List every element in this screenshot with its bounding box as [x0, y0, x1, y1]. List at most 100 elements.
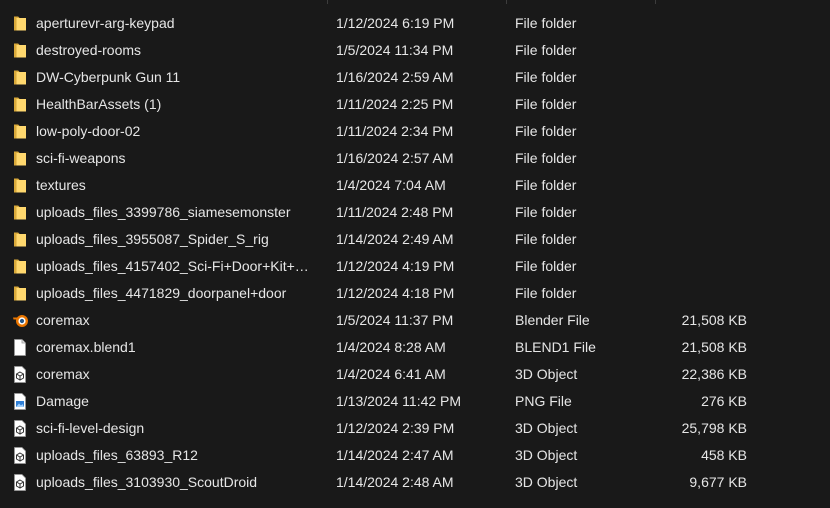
column-divider[interactable]: [655, 0, 656, 4]
file-type: File folder: [515, 231, 577, 247]
file-row[interactable]: low-poly-door-02 1/11/2024 2:34 PM File …: [0, 118, 830, 145]
file-name: sci-fi-weapons: [36, 150, 126, 166]
file-name: uploads_files_3399786_siamesemonster: [36, 204, 291, 220]
file-row[interactable]: uploads_files_3103930_ScoutDroid 1/14/20…: [0, 469, 830, 496]
file-name: destroyed-rooms: [36, 42, 142, 58]
file-date-modified: 1/4/2024 8:28 AM: [336, 339, 446, 355]
file-type: 3D Object: [515, 366, 578, 382]
file-row[interactable]: uploads_files_3399786_siamesemonster 1/1…: [0, 199, 830, 226]
file-name: uploads_files_3955087_Spider_S_rig: [36, 231, 269, 247]
file-date-modified: 1/14/2024 2:47 AM: [336, 447, 454, 463]
file-type: File folder: [515, 285, 577, 301]
file-name: coremax.blend1: [36, 339, 136, 355]
file-type: File folder: [515, 177, 577, 193]
folder-icon: [12, 15, 28, 32]
file-row[interactable]: textures 1/4/2024 7:04 AM File folder: [0, 172, 830, 199]
file-type: File folder: [515, 96, 577, 112]
folder-icon: [12, 177, 28, 194]
file-date-modified: 1/12/2024 2:39 PM: [336, 420, 455, 436]
3d-object-icon: [12, 366, 28, 383]
file-date-modified: 1/12/2024 4:19 PM: [336, 258, 455, 274]
file-date-modified: 1/11/2024 2:34 PM: [336, 123, 454, 139]
file-row[interactable]: coremax 1/5/2024 11:37 PM Blender File 2…: [0, 307, 830, 334]
file-type: 3D Object: [515, 474, 578, 490]
column-header-dividers: [0, 0, 830, 4]
file-row[interactable]: uploads_files_4471829_doorpanel+door 1/1…: [0, 280, 830, 307]
file-date-modified: 1/5/2024 11:37 PM: [336, 312, 454, 328]
file-size: 21,508 KB: [681, 339, 747, 355]
file-row[interactable]: sci-fi-weapons 1/16/2024 2:57 AM File fo…: [0, 145, 830, 172]
file-type: 3D Object: [515, 420, 578, 436]
file-size: 276 KB: [701, 393, 747, 409]
file-row[interactable]: uploads_files_4157402_Sci-Fi+Door+Kit+… …: [0, 253, 830, 280]
folder-icon: [12, 231, 28, 248]
file-name: aperturevr-arg-keypad: [36, 15, 175, 31]
file-size: 25,798 KB: [681, 420, 747, 436]
file-row[interactable]: aperturevr-arg-keypad 1/12/2024 6:19 PM …: [0, 10, 830, 37]
file-row[interactable]: coremax.blend1 1/4/2024 8:28 AM BLEND1 F…: [0, 334, 830, 361]
file-name: Damage: [36, 393, 89, 409]
file-name: uploads_files_3103930_ScoutDroid: [36, 474, 258, 490]
file-type: File folder: [515, 42, 577, 58]
file-row[interactable]: Damage 1/13/2024 11:42 PM PNG File 276 K…: [0, 388, 830, 415]
file-type: File folder: [515, 69, 577, 85]
file-date-modified: 1/4/2024 6:41 AM: [336, 366, 446, 382]
file-type: File folder: [515, 204, 577, 220]
file-date-modified: 1/5/2024 11:34 PM: [336, 42, 454, 58]
3d-object-icon: [12, 420, 28, 437]
file-row[interactable]: destroyed-rooms 1/5/2024 11:34 PM File f…: [0, 37, 830, 64]
blender-icon: [12, 312, 28, 329]
png-file-icon: [12, 393, 28, 410]
folder-icon: [12, 258, 28, 275]
file-row[interactable]: coremax 1/4/2024 6:41 AM 3D Object 22,38…: [0, 361, 830, 388]
folder-icon: [12, 96, 28, 113]
file-name: HealthBarAssets (1): [36, 96, 162, 112]
file-size: 21,508 KB: [681, 312, 747, 328]
folder-icon: [12, 204, 28, 221]
file-date-modified: 1/16/2024 2:57 AM: [336, 150, 454, 166]
blank-file-icon: [12, 339, 28, 356]
folder-icon: [12, 123, 28, 140]
folder-icon: [12, 69, 28, 86]
file-row[interactable]: uploads_files_63893_R12 1/14/2024 2:47 A…: [0, 442, 830, 469]
folder-icon: [12, 42, 28, 59]
file-size: 9,677 KB: [689, 474, 747, 490]
file-size: 22,386 KB: [681, 366, 747, 382]
file-date-modified: 1/16/2024 2:59 AM: [336, 69, 454, 85]
folder-icon: [12, 150, 28, 167]
file-date-modified: 1/13/2024 11:42 PM: [336, 393, 462, 409]
3d-object-icon: [12, 447, 28, 464]
file-name: coremax: [36, 366, 90, 382]
file-size: 458 KB: [701, 447, 747, 463]
file-type: File folder: [515, 258, 577, 274]
file-date-modified: 1/14/2024 2:49 AM: [336, 231, 454, 247]
file-type: File folder: [515, 15, 577, 31]
file-date-modified: 1/12/2024 6:19 PM: [336, 15, 455, 31]
file-name: uploads_files_4157402_Sci-Fi+Door+Kit+…: [36, 258, 309, 274]
3d-object-icon: [12, 474, 28, 491]
column-divider[interactable]: [506, 0, 507, 4]
file-row[interactable]: sci-fi-level-design 1/12/2024 2:39 PM 3D…: [0, 415, 830, 442]
file-name: uploads_files_4471829_doorpanel+door: [36, 285, 287, 301]
folder-icon: [12, 285, 28, 302]
file-type: File folder: [515, 123, 577, 139]
file-name: coremax: [36, 312, 90, 328]
file-name: uploads_files_63893_R12: [36, 447, 198, 463]
file-row[interactable]: HealthBarAssets (1) 1/11/2024 2:25 PM Fi…: [0, 91, 830, 118]
file-list: aperturevr-arg-keypad 1/12/2024 6:19 PM …: [0, 10, 830, 496]
file-type: PNG File: [515, 393, 572, 409]
file-date-modified: 1/11/2024 2:25 PM: [336, 96, 454, 112]
file-type: File folder: [515, 150, 577, 166]
file-row[interactable]: uploads_files_3955087_Spider_S_rig 1/14/…: [0, 226, 830, 253]
column-divider[interactable]: [327, 0, 328, 4]
file-name: sci-fi-level-design: [36, 420, 145, 436]
file-type: BLEND1 File: [515, 339, 596, 355]
file-name: DW-Cyberpunk Gun 11: [36, 69, 181, 85]
file-row[interactable]: DW-Cyberpunk Gun 11 1/16/2024 2:59 AM Fi…: [0, 64, 830, 91]
file-date-modified: 1/12/2024 4:18 PM: [336, 285, 455, 301]
file-name: textures: [36, 177, 86, 193]
file-type: 3D Object: [515, 447, 578, 463]
file-date-modified: 1/11/2024 2:48 PM: [336, 204, 454, 220]
file-date-modified: 1/14/2024 2:48 AM: [336, 474, 454, 490]
file-type: Blender File: [515, 312, 590, 328]
